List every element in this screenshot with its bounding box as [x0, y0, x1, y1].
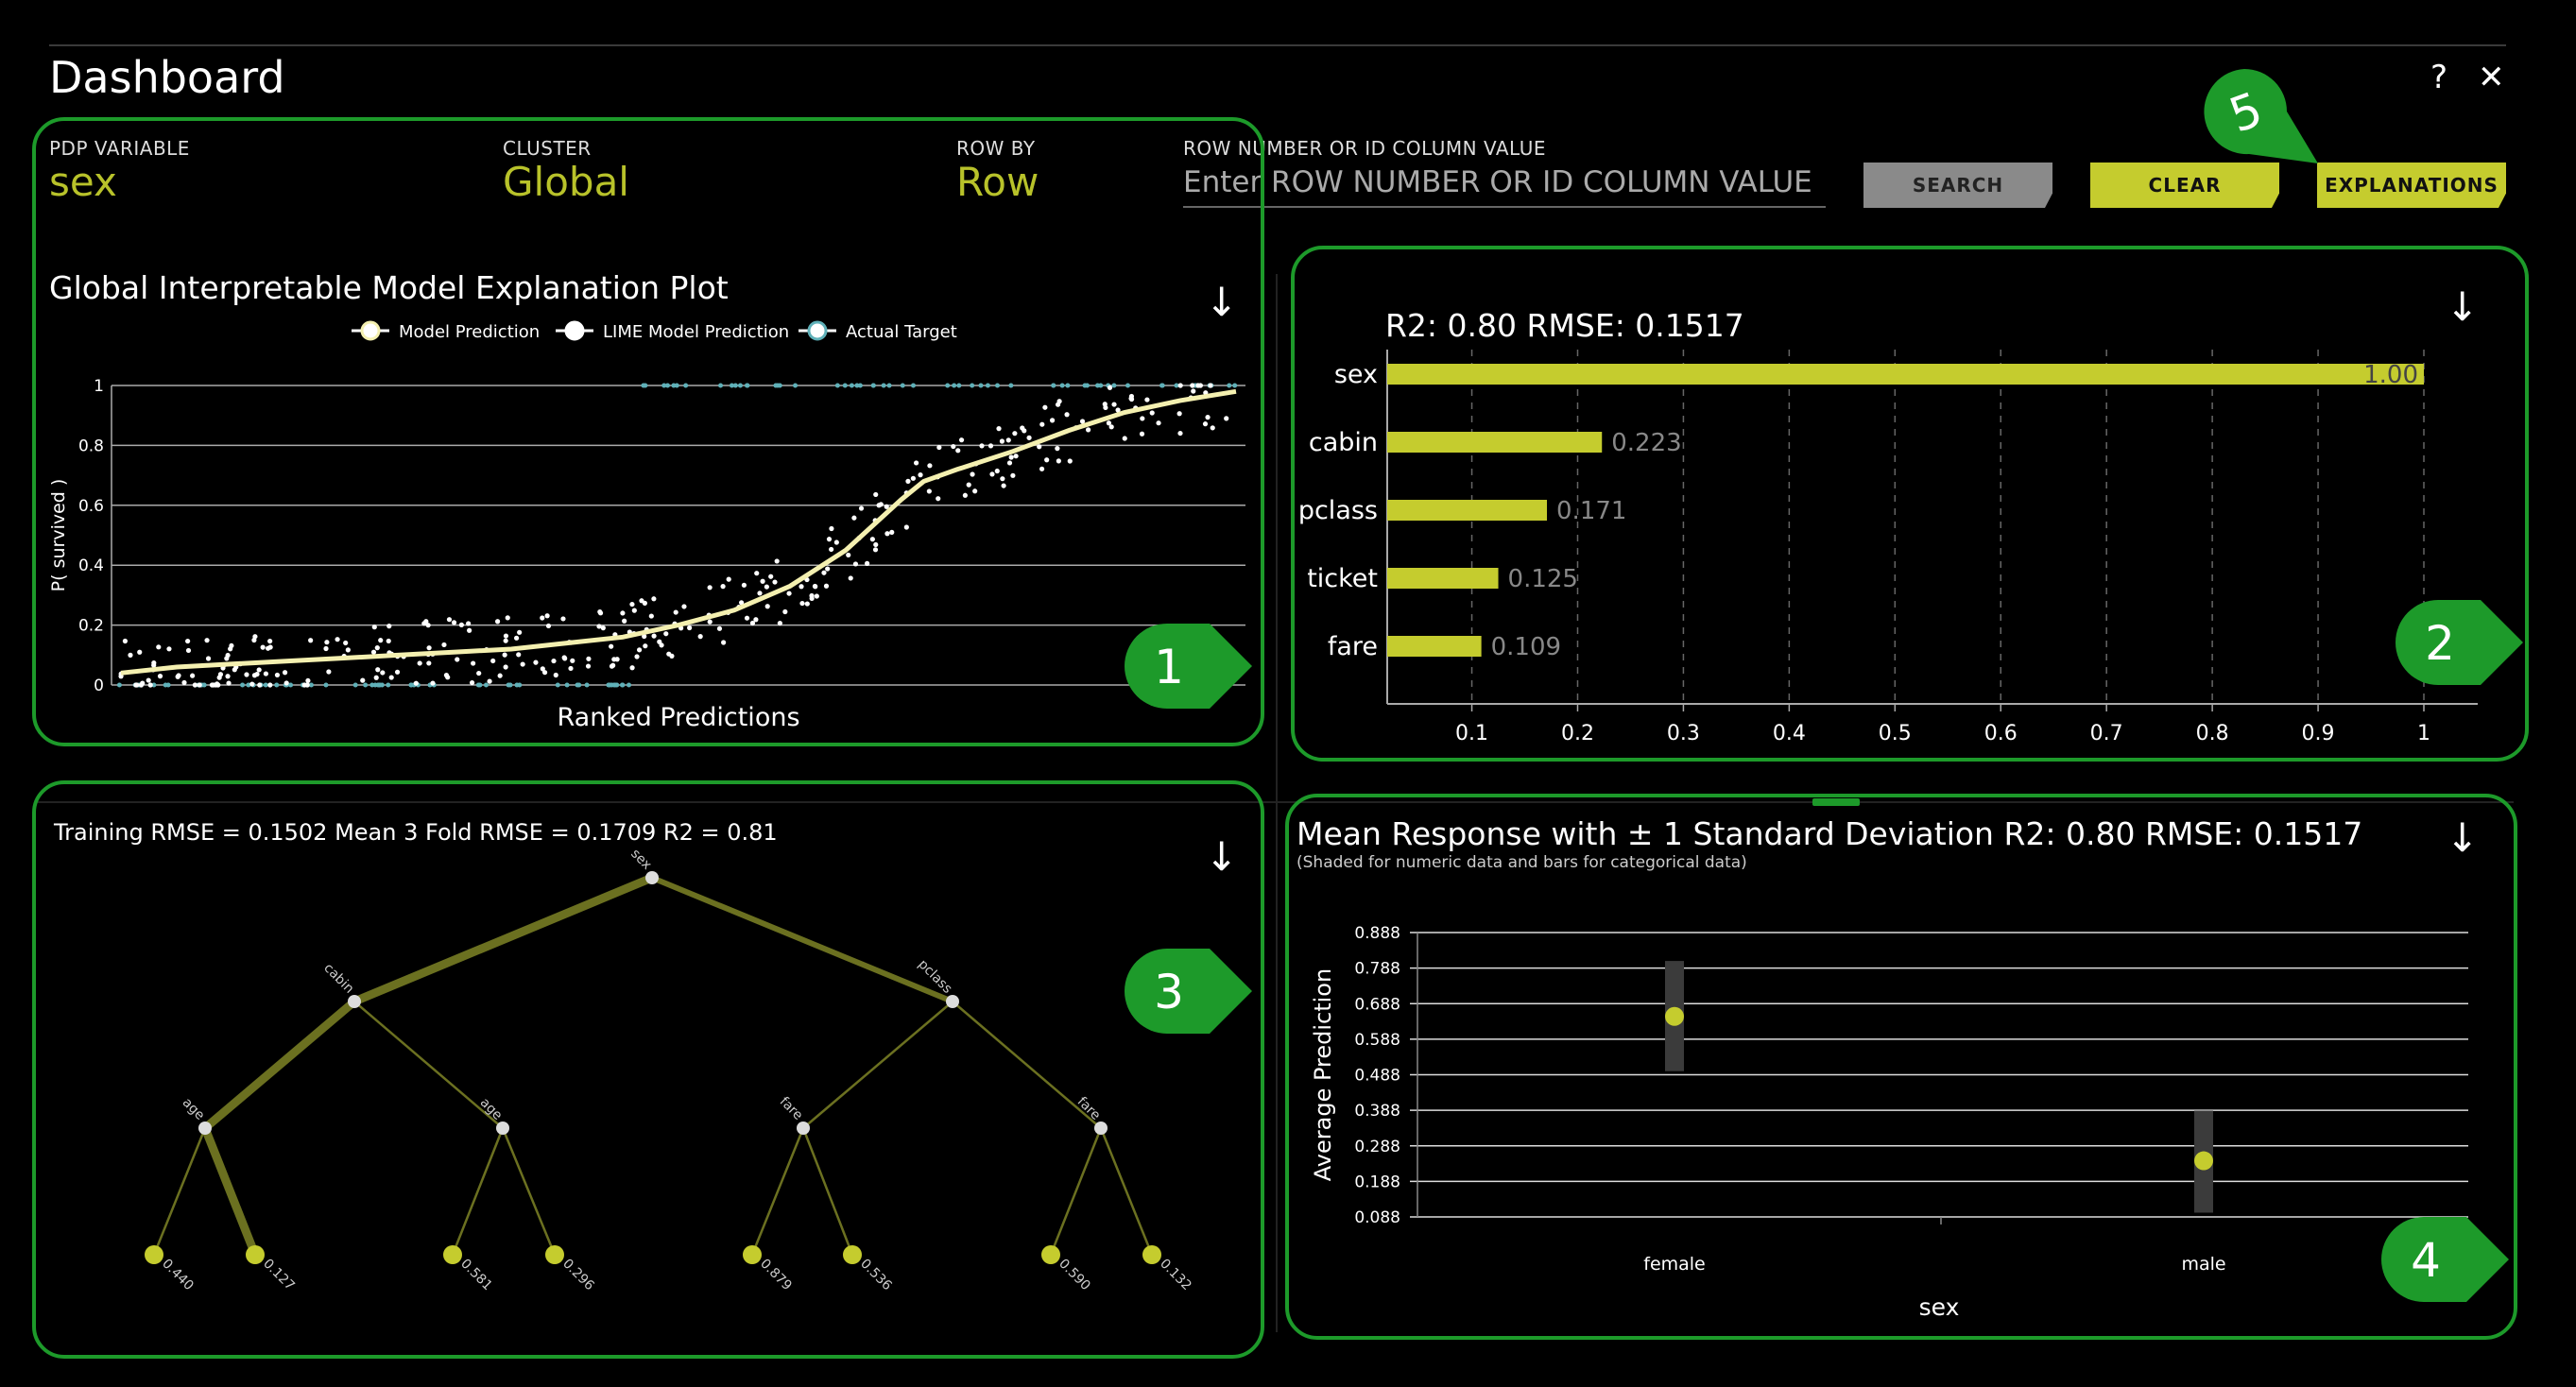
- callout-box-4: [1285, 794, 2517, 1340]
- callout-marker-1: 1: [1125, 624, 1252, 709]
- callout-marker-2: 2: [2396, 600, 2523, 685]
- search-button[interactable]: SEARCH: [1863, 163, 2052, 208]
- header-divider: [49, 44, 2506, 46]
- svg-text:2: 2: [2425, 616, 2455, 671]
- callout-box-3: [32, 780, 1264, 1359]
- row-search-input[interactable]: [1183, 159, 1826, 208]
- close-icon[interactable]: ✕: [2478, 59, 2505, 96]
- svg-text:1: 1: [1154, 640, 1184, 694]
- callout-box-2: [1291, 246, 2529, 762]
- page-title: Dashboard: [49, 52, 285, 103]
- callout-box-1: [32, 117, 1264, 746]
- svg-text:4: 4: [2411, 1233, 2441, 1288]
- explanations-button[interactable]: EXPLANATIONS: [2317, 163, 2506, 208]
- help-icon[interactable]: ?: [2430, 59, 2447, 96]
- svg-text:3: 3: [1154, 965, 1184, 1019]
- callout-marker-5: 5: [2204, 69, 2318, 163]
- callout-marker-4: 4: [2381, 1217, 2509, 1302]
- panel-divider-vertical: [1276, 274, 1278, 1332]
- callout-marker-3: 3: [1125, 949, 1252, 1034]
